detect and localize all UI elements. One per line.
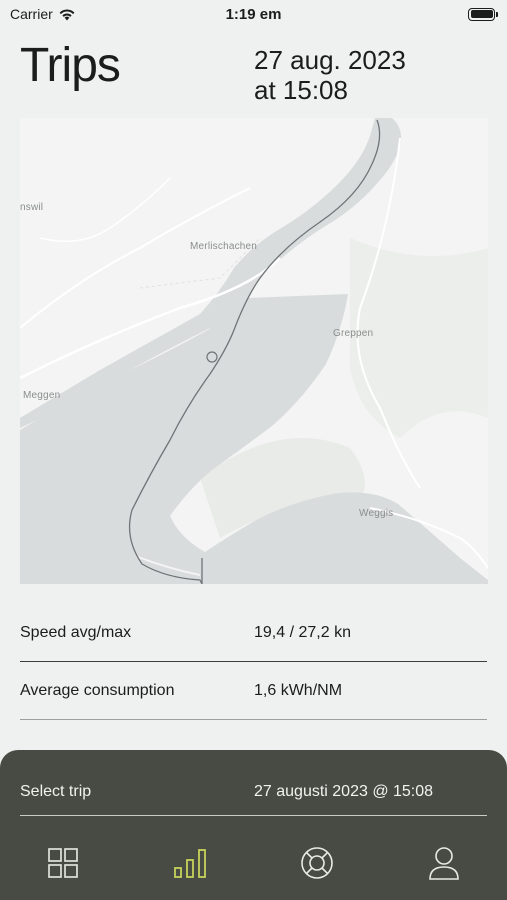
- trip-date: 27 aug. 2023 at 15:08: [254, 45, 494, 105]
- tab-dashboard[interactable]: [33, 840, 93, 886]
- stat-row-speed: Speed avg/max 19,4 / 27,2 kn: [20, 605, 487, 662]
- select-trip-row[interactable]: Select trip 27 augusti 2023 @ 15:08: [20, 768, 487, 816]
- trip-map[interactable]: nswil Merlischachen Greppen Meggen Weggi…: [20, 118, 488, 584]
- wifi-icon: [59, 9, 75, 20]
- map-label-weggis: Weggis: [359, 508, 394, 519]
- stat-row-consumption: Average consumption 1,6 kWh/NM: [20, 663, 487, 720]
- trip-date-line-2: at 15:08: [254, 75, 348, 105]
- grid-icon: [48, 848, 79, 878]
- battery-level: [470, 10, 493, 18]
- trip-date-line-1: 27 aug. 2023: [254, 45, 406, 75]
- tab-trips[interactable]: [160, 840, 220, 886]
- select-trip-value: 27 augusti 2023 @ 15:08: [254, 782, 434, 800]
- map-canvas: [20, 118, 488, 584]
- battery-icon: [468, 7, 498, 21]
- lifebuoy-icon: [301, 847, 333, 879]
- map-label-nswil: nswil: [20, 202, 44, 213]
- stat-value: 19,4 / 27,2 kn: [254, 624, 351, 641]
- tab-bar: [0, 840, 507, 886]
- stat-label: Average consumption: [20, 682, 175, 699]
- status-left: Carrier: [10, 6, 76, 22]
- tab-support[interactable]: [287, 840, 347, 886]
- bottom-sheet: Select trip 27 augusti 2023 @ 15:08: [0, 750, 507, 900]
- tab-profile[interactable]: [414, 840, 474, 886]
- map-label-greppen: Greppen: [333, 328, 374, 339]
- bar-chart-icon: [174, 849, 207, 878]
- user-icon: [428, 847, 459, 880]
- carrier-label: Carrier: [10, 6, 53, 22]
- status-bar: Carrier: [0, 0, 507, 28]
- stat-label: Speed avg/max: [20, 624, 132, 641]
- map-label-merlischachen: Merlischachen: [190, 241, 258, 252]
- page-title: Trips: [20, 39, 121, 92]
- map-label-meggen: Meggen: [23, 390, 61, 401]
- select-trip-label: Select trip: [20, 782, 92, 800]
- stat-value: 1,6 kWh/NM: [254, 682, 343, 699]
